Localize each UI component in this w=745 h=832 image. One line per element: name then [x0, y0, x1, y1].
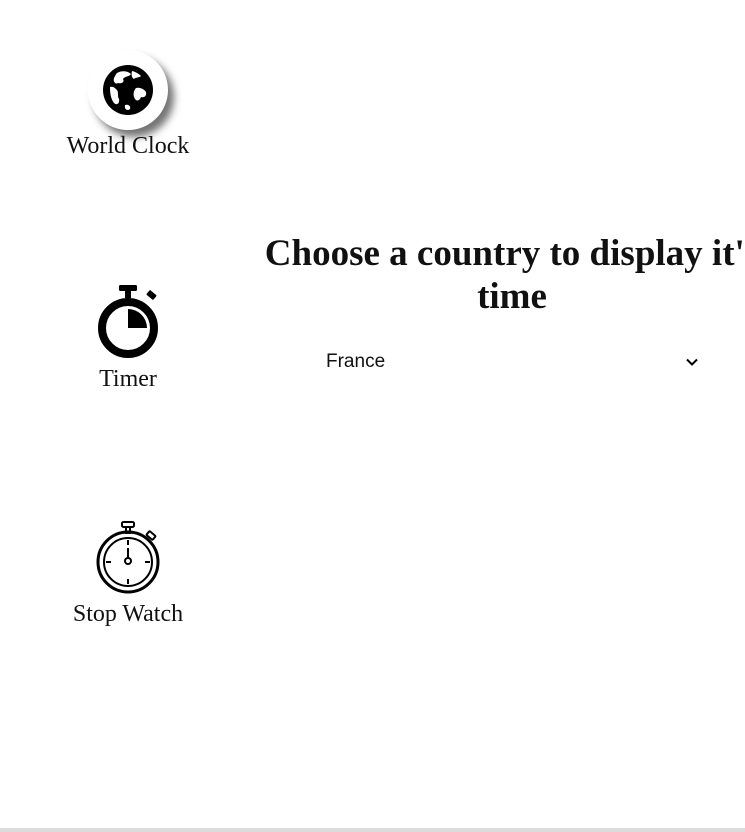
- sidebar-item-label: World Clock: [66, 133, 190, 159]
- timer-icon-button[interactable]: [88, 283, 168, 363]
- timer-icon: [98, 285, 158, 358]
- country-select-value: France: [326, 351, 386, 372]
- page-title: Choose a country to display it's time: [264, 233, 745, 317]
- sidebar-item-world-clock[interactable]: World Clock: [0, 50, 256, 160]
- chevron-down-icon[interactable]: [684, 354, 700, 370]
- globe-icon: [103, 65, 153, 115]
- sidebar-item-label: Stop Watch: [72, 601, 184, 627]
- sidebar-nav: World Clock Timer Stop Watch: [0, 0, 256, 832]
- sidebar-item-timer[interactable]: Timer: [0, 283, 256, 393]
- country-select[interactable]: France: [326, 348, 700, 376]
- main-content: Choose a country to display it's time Fr…: [256, 0, 745, 832]
- stopwatch-icon-button[interactable]: [88, 518, 168, 598]
- bottom-divider: [0, 828, 745, 832]
- sidebar-item-label: Timer: [99, 366, 157, 392]
- stopwatch-icon: [96, 521, 160, 594]
- sidebar-item-stop-watch[interactable]: Stop Watch: [0, 518, 256, 628]
- world-clock-icon-button[interactable]: [88, 50, 168, 130]
